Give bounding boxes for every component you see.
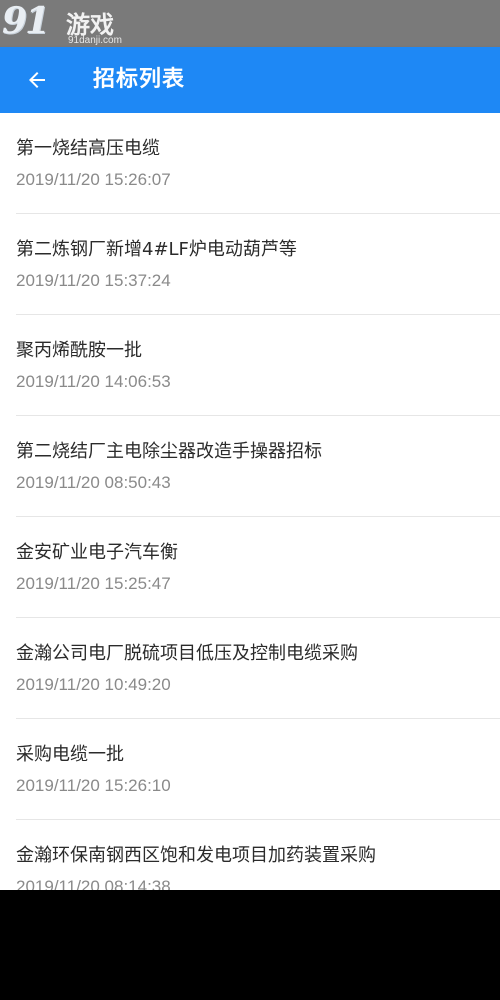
list-item[interactable]: 第二炼钢厂新增4#LF炉电动葫芦等 2019/11/20 15:37:24 xyxy=(16,214,500,315)
status-bar: 91 游戏 91danji.com xyxy=(0,0,500,47)
list-item[interactable]: 金瀚公司电厂脱硫项目低压及控制电缆采购 2019/11/20 10:49:20 xyxy=(16,618,500,719)
list-item-date: 2019/11/20 15:25:47 xyxy=(16,574,171,593)
list-item-title: 第二烧结厂主电除尘器改造手操器招标 xyxy=(16,441,322,462)
page-title: 招标列表 xyxy=(93,67,186,92)
list-item-date: 2019/11/20 15:26:07 xyxy=(16,170,171,189)
navigation-bar-area xyxy=(0,890,500,1000)
list-item-title: 第一烧结高压电缆 xyxy=(16,138,160,159)
list-item-title: 采购电缆一批 xyxy=(16,744,124,765)
tender-list: 第一烧结高压电缆 2019/11/20 15:26:07 第二炼钢厂新增4#LF… xyxy=(0,113,500,890)
list-item-date: 2019/11/20 15:37:24 xyxy=(16,271,171,290)
watermark-logo: 91 游戏 91danji.com xyxy=(2,0,142,46)
arrow-left-icon xyxy=(29,72,45,88)
list-item-title: 金安矿业电子汽车衡 xyxy=(16,542,178,563)
list-item[interactable]: 金瀚环保南钢西区饱和发电项目加药装置采购 2019/11/20 08:14:38 xyxy=(16,820,500,890)
list-item-date: 2019/11/20 15:26:10 xyxy=(16,776,171,795)
watermark-url: 91danji.com xyxy=(68,35,122,46)
list-item-date: 2019/11/20 08:50:43 xyxy=(16,473,171,492)
watermark-logo-number: 91 xyxy=(2,0,50,42)
list-item-title: 聚丙烯酰胺一批 xyxy=(16,340,142,361)
list-item-date: 2019/11/20 14:06:53 xyxy=(16,372,171,391)
list-item-title: 第二炼钢厂新增4#LF炉电动葫芦等 xyxy=(16,239,297,260)
list-item[interactable]: 第二烧结厂主电除尘器改造手操器招标 2019/11/20 08:50:43 xyxy=(16,416,500,517)
list-item[interactable]: 采购电缆一批 2019/11/20 15:26:10 xyxy=(16,719,500,820)
list-item[interactable]: 第一烧结高压电缆 2019/11/20 15:26:07 xyxy=(16,113,500,214)
list-item[interactable]: 聚丙烯酰胺一批 2019/11/20 14:06:53 xyxy=(16,315,500,416)
list-item-title: 金瀚公司电厂脱硫项目低压及控制电缆采购 xyxy=(16,643,358,664)
list-item-title: 金瀚环保南钢西区饱和发电项目加药装置采购 xyxy=(16,845,376,866)
list-item[interactable]: 金安矿业电子汽车衡 2019/11/20 15:25:47 xyxy=(16,517,500,618)
list-item-date: 2019/11/20 10:49:20 xyxy=(16,675,171,694)
app-bar: 招标列表 xyxy=(0,47,500,113)
tender-list-container[interactable]: 第一烧结高压电缆 2019/11/20 15:26:07 第二炼钢厂新增4#LF… xyxy=(0,113,500,890)
list-item-date: 2019/11/20 08:14:38 xyxy=(16,877,171,890)
back-button[interactable] xyxy=(14,57,60,103)
